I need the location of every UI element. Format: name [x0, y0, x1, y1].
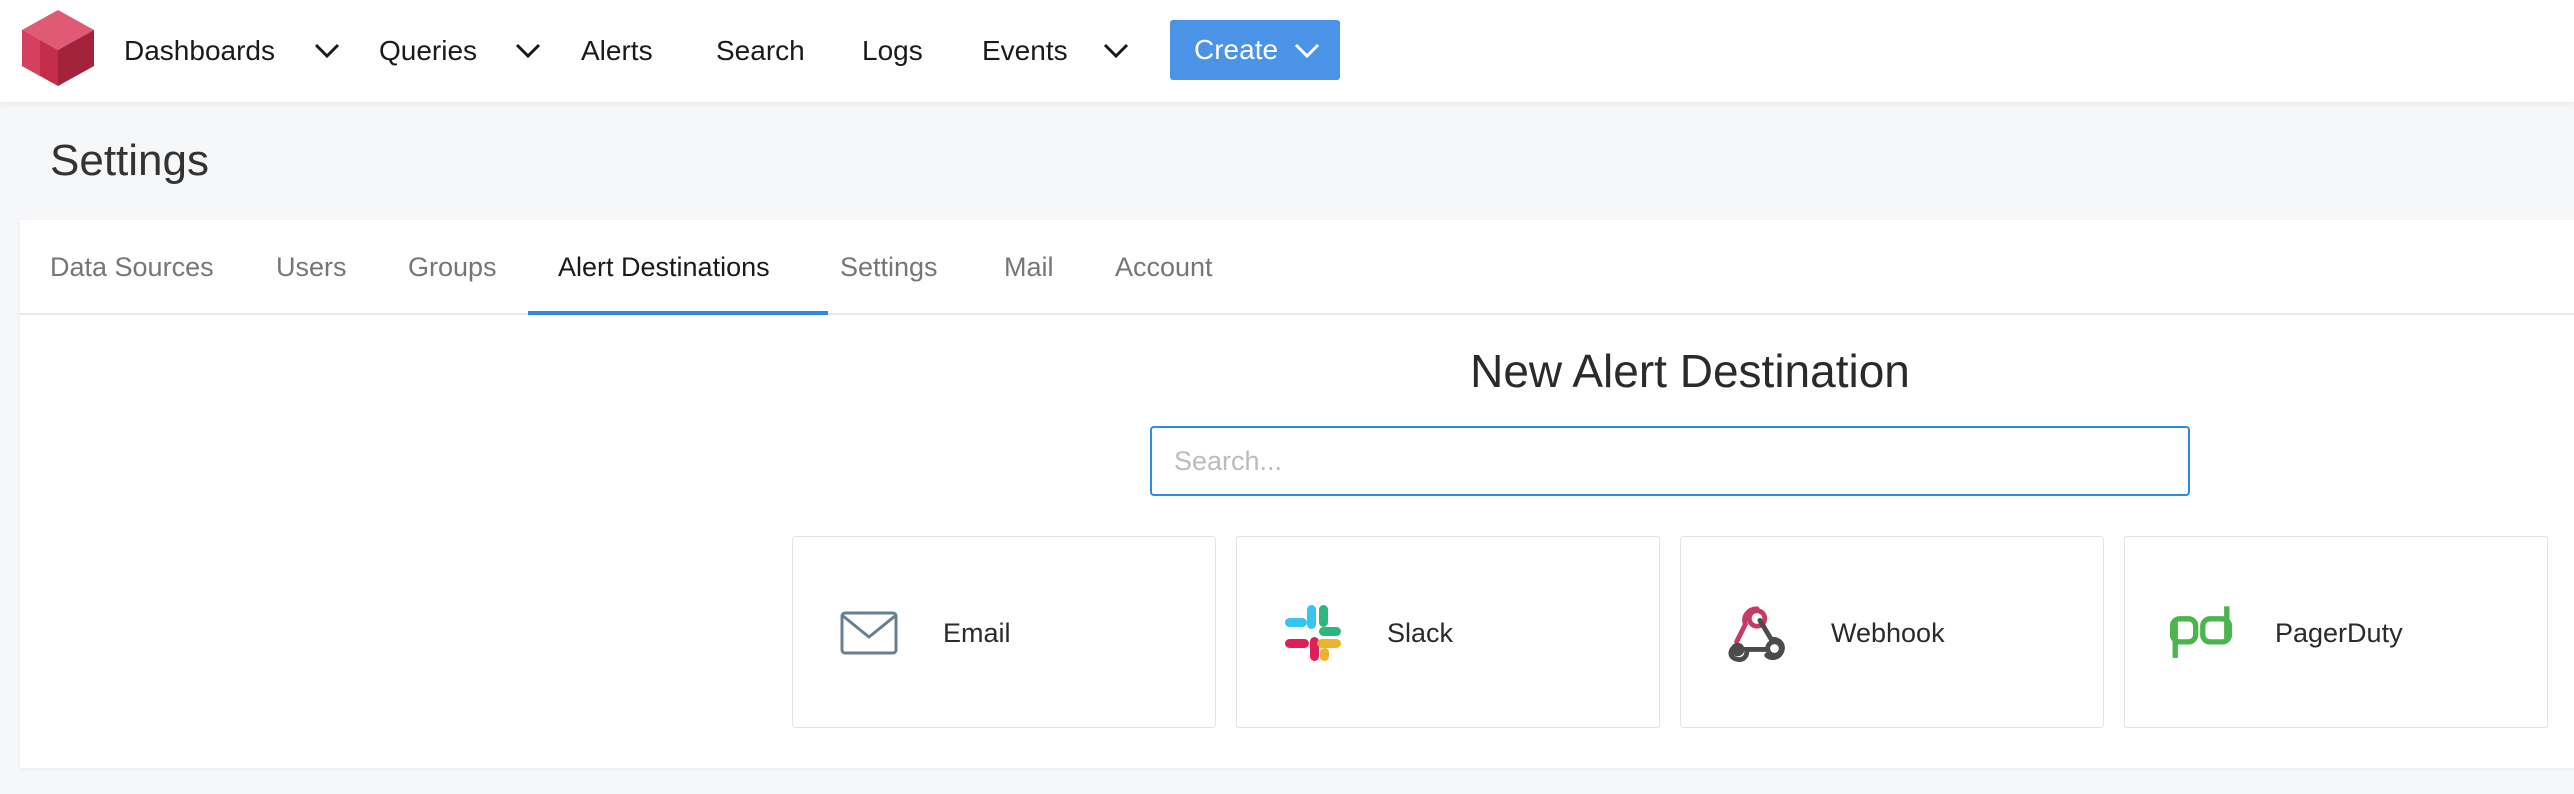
page-title: Settings — [50, 136, 209, 185]
destination-option-email[interactable]: Email — [792, 536, 1216, 728]
queries-chevron-down-icon[interactable] — [513, 36, 543, 66]
tab-settings[interactable]: Settings — [840, 220, 938, 315]
active-tab-indicator — [528, 311, 828, 315]
nav-queries[interactable]: Queries — [379, 0, 477, 102]
nav-alerts[interactable]: Alerts — [581, 0, 653, 102]
create-chevron-down-icon — [1294, 36, 1320, 69]
destination-option-pagerduty[interactable]: PagerDuty — [2124, 536, 2548, 728]
slack-icon — [1281, 601, 1345, 665]
top-navbar: Dashboards Queries Alerts Search Logs Ev… — [0, 0, 2574, 102]
new-alert-destination-title: New Alert Destination — [1470, 345, 1910, 397]
tab-mail[interactable]: Mail — [1004, 220, 1054, 315]
nav-search[interactable]: Search — [716, 0, 805, 102]
tab-users[interactable]: Users — [276, 220, 347, 315]
events-chevron-down-icon[interactable] — [1101, 36, 1131, 66]
create-button-label: Create — [1194, 34, 1279, 65]
nav-dashboards[interactable]: Dashboards — [124, 0, 275, 102]
destination-label-slack: Slack — [1387, 617, 1454, 648]
destination-label-pagerduty: PagerDuty — [2275, 617, 2403, 648]
dashboards-chevron-down-icon[interactable] — [312, 36, 342, 66]
app-logo-icon[interactable] — [22, 10, 94, 86]
pagerduty-icon — [2169, 601, 2233, 665]
settings-card: Data Sources Users Groups Alert Destinat… — [20, 220, 2574, 768]
destination-option-webhook[interactable]: Webhook — [1680, 536, 2104, 728]
destination-label-webhook: Webhook — [1831, 617, 1945, 648]
tab-groups[interactable]: Groups — [408, 220, 497, 315]
nav-events[interactable]: Events — [982, 0, 1068, 102]
destination-label-email: Email — [943, 617, 1011, 648]
settings-tabs: Data Sources Users Groups Alert Destinat… — [20, 220, 2574, 315]
envelope-icon — [837, 601, 901, 665]
tab-alert-destinations[interactable]: Alert Destinations — [558, 220, 770, 315]
destination-option-slack[interactable]: Slack — [1236, 536, 1660, 728]
destination-search-input[interactable] — [1150, 426, 2190, 496]
create-button[interactable]: Create — [1170, 20, 1340, 80]
tab-data-sources[interactable]: Data Sources — [50, 220, 214, 315]
tab-account[interactable]: Account — [1115, 220, 1213, 315]
webhook-icon — [1725, 601, 1789, 665]
nav-logs[interactable]: Logs — [862, 0, 923, 102]
